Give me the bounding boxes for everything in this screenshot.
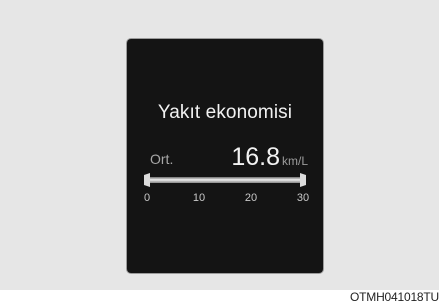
fuel-economy-value: 16.8 [231, 143, 280, 171]
bar-left-cap [144, 173, 150, 187]
scale-tick: 10 [192, 192, 206, 204]
scale-ticks: 0 10 20 30 [127, 192, 323, 206]
figure-code: OTMH041018TU [350, 290, 439, 304]
scale-tick: 30 [296, 192, 310, 204]
fuel-economy-bar [144, 173, 306, 187]
fuel-economy-unit: km/L [281, 154, 308, 168]
cluster-display: Yakıt ekonomisi Ort. 16.8 km/L 0 10 20 30 [127, 39, 323, 273]
bar-right-cap [300, 173, 306, 187]
fuel-economy-readout: 16.8 km/L [231, 143, 308, 172]
scale-tick: 0 [143, 192, 151, 204]
illustration-frame: Yakıt ekonomisi Ort. 16.8 km/L 0 10 20 30 [0, 0, 439, 290]
scale-tick: 20 [244, 192, 258, 204]
display-title: Yakıt ekonomisi [157, 102, 293, 123]
average-label: Ort. [150, 151, 174, 167]
